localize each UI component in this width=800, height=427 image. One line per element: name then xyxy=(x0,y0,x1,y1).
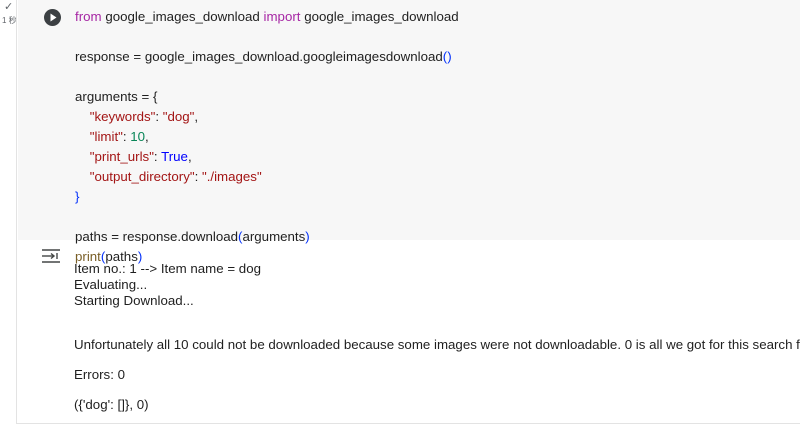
output-message: Unfortunately all 10 could not be downlo… xyxy=(74,337,800,352)
execution-time: 1 秒 xyxy=(2,16,17,25)
execution-check-icon: ✓ xyxy=(4,1,14,13)
code-line-4: paths = response.download(arguments) xyxy=(75,229,310,244)
code-text[interactable]: from google_images_download import googl… xyxy=(75,7,459,267)
close-brace: } xyxy=(75,189,80,204)
arg-print-urls: "print_urls": True, xyxy=(89,149,192,164)
code-line-3: arguments = { xyxy=(75,89,158,104)
code-editor[interactable]: from google_images_download import googl… xyxy=(18,0,800,264)
arg-output-directory: "output_directory": "./images" xyxy=(89,169,262,184)
output-result: ({'dog': []}, 0) xyxy=(74,397,149,412)
run-cell-button[interactable] xyxy=(44,9,61,26)
code-line-1: from google_images_download import googl… xyxy=(75,9,459,24)
arg-limit: "limit": 10, xyxy=(89,129,149,144)
code-line-2: response = google_images_download.google… xyxy=(75,49,452,64)
cell-output: Item no.: 1 --> Item name = dog Evaluati… xyxy=(74,261,800,413)
cell-gutter: ✓ 1 秒 xyxy=(0,0,17,427)
output-errors: Errors: 0 xyxy=(74,367,125,382)
output-line: Item no.: 1 --> Item name = dog xyxy=(74,261,261,276)
output-line: Starting Download... xyxy=(74,293,194,308)
output-line: Evaluating... xyxy=(74,277,148,292)
output-collapse-icon[interactable] xyxy=(40,248,62,264)
code-cell: from google_images_download import googl… xyxy=(16,0,800,424)
play-circle-icon xyxy=(50,13,57,22)
arg-keywords: "keywords": "dog", xyxy=(89,109,199,124)
